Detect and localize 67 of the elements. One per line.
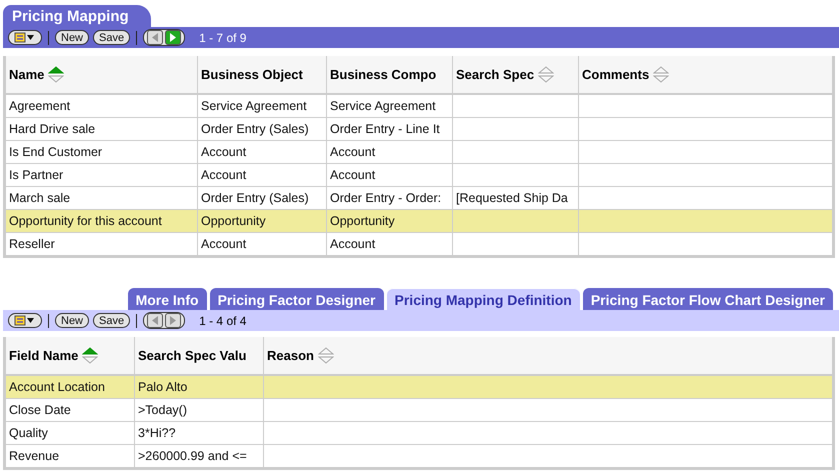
- record-count: 1 - 7 of 9: [199, 30, 246, 44]
- column-title: Field Name: [9, 348, 78, 363]
- table-cell[interactable]: Service Agreement: [198, 94, 326, 118]
- left-triangle-icon: [151, 316, 160, 325]
- column-title: Business Object: [201, 67, 303, 82]
- next-button[interactable]: [165, 30, 182, 45]
- table-cell[interactable]: Order Entry - Line It: [326, 118, 452, 140]
- toolbar-button[interactable]: New: [55, 313, 90, 328]
- column-title: Search Spec Valu: [138, 348, 246, 363]
- column-title: Search Spec: [456, 67, 534, 82]
- table-cell[interactable]: Account Location: [4, 375, 134, 398]
- right-triangle-icon: [169, 33, 178, 42]
- table-cell[interactable]: Account: [198, 140, 326, 164]
- view-tab[interactable]: Pricing Mapping Definition: [386, 288, 580, 310]
- table-cell[interactable]: >260000.99 and <=: [134, 444, 264, 468]
- table-cell[interactable]: Hard Drive sale: [4, 118, 198, 140]
- toolbar-button[interactable]: New: [55, 30, 90, 45]
- column-title: Business Compo: [330, 67, 436, 82]
- table-cell[interactable]: Revenue: [4, 444, 134, 468]
- list-menu-icon: [14, 315, 36, 326]
- table-cell[interactable]: Order Entry (Sales): [198, 118, 326, 140]
- column-title: Comments: [582, 67, 650, 82]
- sort-icon[interactable]: [48, 66, 64, 84]
- menu-button[interactable]: [8, 30, 42, 45]
- table-cell[interactable]: Account: [198, 232, 326, 256]
- table-cell[interactable]: Service Agreement: [326, 94, 452, 118]
- previous-button[interactable]: [147, 313, 164, 328]
- previous-button[interactable]: [147, 30, 164, 45]
- table-cell[interactable]: Is End Customer: [4, 140, 198, 164]
- table-cell[interactable]: 3*Hi??: [134, 422, 264, 444]
- column-header[interactable]: Comments: [578, 56, 834, 94]
- right-triangle-icon: [169, 316, 178, 325]
- column-title: Name: [9, 67, 44, 82]
- next-button[interactable]: [165, 313, 182, 328]
- table-cell[interactable]: Account: [326, 164, 452, 186]
- list-menu-icon: [14, 32, 36, 43]
- column-header[interactable]: Business Object: [198, 56, 326, 94]
- column-header[interactable]: Business Compo: [326, 56, 452, 94]
- column-header[interactable]: Search Spec: [452, 56, 578, 94]
- applet-title: Pricing Mapping: [3, 5, 151, 27]
- column-header[interactable]: Search Spec Valu: [134, 337, 264, 375]
- table-cell[interactable]: Opportunity: [198, 210, 326, 232]
- table-cell[interactable]: Agreement: [4, 94, 198, 118]
- toolbar-button[interactable]: Save: [93, 30, 130, 45]
- left-triangle-icon: [151, 33, 160, 42]
- table-cell[interactable]: Close Date: [4, 398, 134, 422]
- view-tab[interactable]: Pricing Factor Designer: [210, 288, 384, 310]
- sort-icon[interactable]: [82, 346, 98, 364]
- table-cell[interactable]: Opportunity: [326, 210, 452, 232]
- table-cell[interactable]: Palo Alto: [134, 375, 264, 398]
- table-cell[interactable]: Account: [326, 232, 452, 256]
- table-cell[interactable]: Quality: [4, 422, 134, 444]
- record-count: 1 - 4 of 4: [199, 314, 246, 328]
- view-tab[interactable]: Pricing Factor Flow Chart Designer: [582, 288, 833, 310]
- table-cell[interactable]: >Today(): [134, 398, 264, 422]
- table-cell[interactable]: Account: [326, 140, 452, 164]
- column-header[interactable]: Reason: [264, 337, 834, 375]
- column-header[interactable]: Name: [4, 56, 198, 94]
- table-cell[interactable]: Opportunity for this account: [4, 210, 198, 232]
- column-title: Reason: [267, 348, 314, 363]
- table-cell[interactable]: Is Partner: [4, 164, 198, 186]
- menu-button[interactable]: [8, 313, 42, 328]
- toolbar-button[interactable]: Save: [93, 313, 130, 328]
- table-cell[interactable]: Reseller: [4, 232, 198, 256]
- table-cell[interactable]: Account: [198, 164, 326, 186]
- column-header[interactable]: Field Name: [4, 337, 134, 375]
- view-tab[interactable]: More Info: [128, 288, 207, 310]
